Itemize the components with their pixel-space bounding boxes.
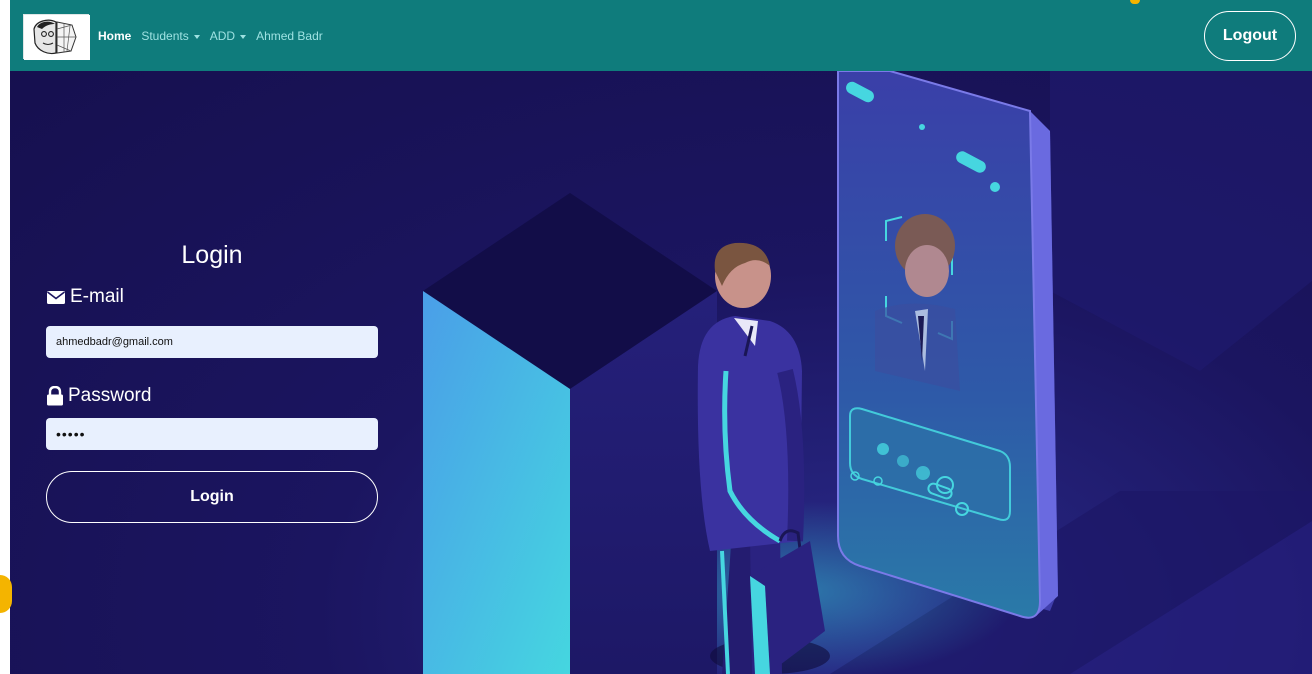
app-frame: Home Students ADD Ahmed Badr Logout Logi… bbox=[10, 0, 1312, 674]
email-label: E-mail bbox=[46, 286, 124, 308]
nav-home[interactable]: Home bbox=[98, 29, 131, 43]
nav-user-name[interactable]: Ahmed Badr bbox=[256, 29, 323, 43]
face-scan-logo-icon bbox=[24, 15, 90, 60]
login-form: Login E-mail Password Login bbox=[46, 71, 378, 674]
email-input[interactable] bbox=[46, 326, 378, 358]
password-input[interactable] bbox=[46, 418, 378, 450]
nav-add-dropdown[interactable]: ADD bbox=[209, 29, 247, 43]
nav-links: Home Students ADD Ahmed Badr bbox=[98, 29, 323, 43]
nav-students-dropdown[interactable]: Students bbox=[141, 29, 200, 43]
nav-home-label: Home bbox=[98, 29, 132, 43]
email-label-text: E-mail bbox=[70, 286, 124, 307]
navbar: Home Students ADD Ahmed Badr Logout bbox=[10, 0, 1312, 71]
password-label: Password bbox=[46, 385, 151, 407]
login-submit-button[interactable]: Login bbox=[46, 471, 378, 523]
lock-icon bbox=[47, 386, 63, 406]
nav-add-label: ADD bbox=[209, 29, 236, 43]
nav-user-label: Ahmed Badr bbox=[256, 29, 323, 43]
envelope-icon bbox=[47, 290, 65, 304]
login-title: Login bbox=[181, 241, 243, 269]
logout-button[interactable]: Logout bbox=[1204, 11, 1296, 61]
password-label-text: Password bbox=[68, 385, 152, 406]
caret-down-icon bbox=[240, 34, 247, 39]
caret-down-icon bbox=[193, 34, 200, 39]
floating-widget[interactable] bbox=[0, 575, 12, 613]
brand-logo[interactable] bbox=[23, 14, 90, 60]
hero-section: Login E-mail Password Login bbox=[10, 71, 1312, 674]
nav-students-label: Students bbox=[141, 29, 189, 43]
